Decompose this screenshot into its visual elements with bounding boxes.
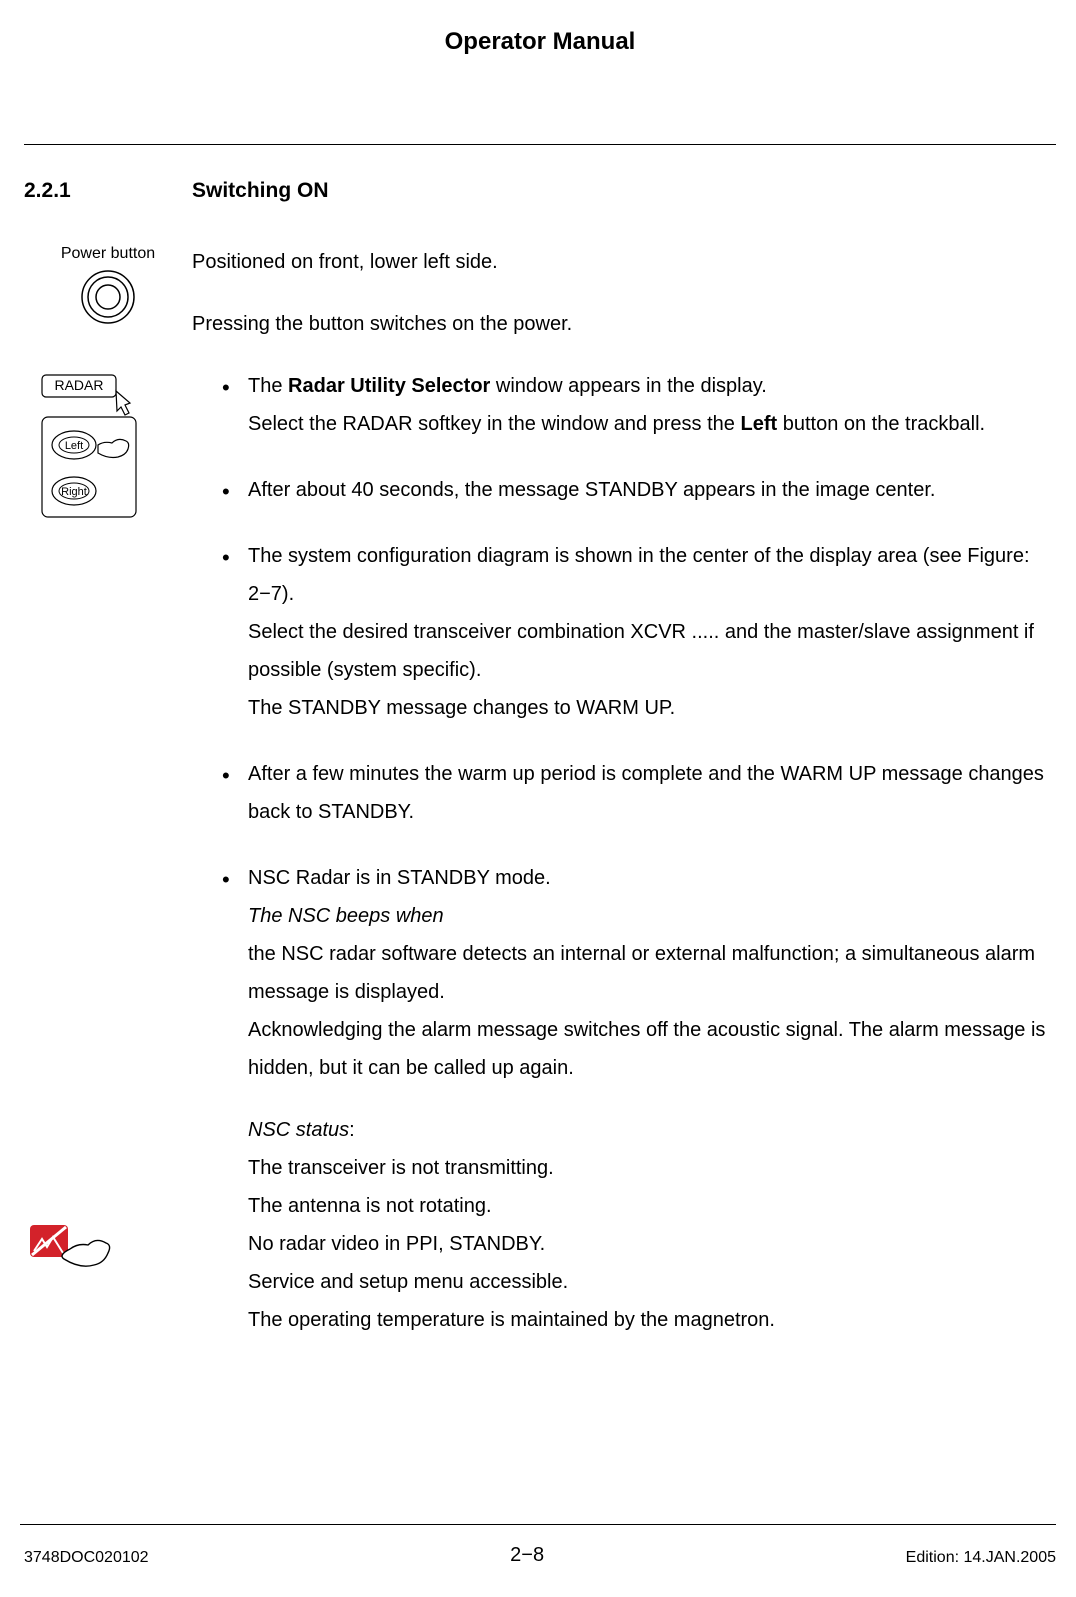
list-item: The Radar Utility Selector window appear…: [222, 367, 1056, 443]
list-item: The system configuration diagram is show…: [222, 537, 1056, 727]
section-title: Switching ON: [192, 179, 329, 203]
text: The antenna is not rotating.: [248, 1195, 492, 1217]
text: the NSC radar software detects an intern…: [248, 943, 1035, 1003]
text: The transceiver is not transmitting.: [248, 1157, 554, 1179]
bold-text: Radar Utility Selector: [288, 375, 490, 397]
radar-softkey-label: RADAR: [54, 377, 103, 393]
content-area: Power button RADAR: [24, 243, 1056, 1367]
text: window appears in the display.: [490, 375, 766, 397]
section-number: 2.2.1: [24, 179, 192, 203]
text: button on the trackball.: [777, 413, 985, 435]
text: Service and setup menu accessible.: [248, 1271, 568, 1293]
list-item: After a few minutes the warm up period i…: [222, 755, 1056, 831]
text: Select the RADAR softkey in the window a…: [248, 413, 740, 435]
edition-date: Edition: 14.JAN.2005: [906, 1549, 1056, 1567]
left-button-label: Left: [65, 440, 83, 452]
text: NSC Radar is in STANDBY mode.: [248, 867, 551, 889]
trackball-icon: RADAR Left Right: [24, 373, 192, 523]
right-button-label: Right: [61, 486, 87, 498]
bullet-list: The Radar Utility Selector window appear…: [222, 367, 1056, 1339]
text: After about 40 seconds, the message STAN…: [248, 479, 935, 501]
italic-text: NSC status: [248, 1119, 349, 1141]
page-number: 2−8: [510, 1544, 544, 1567]
text: No radar video in PPI, STANDBY.: [248, 1233, 545, 1255]
document-title: Operator Manual: [24, 28, 1056, 56]
body-column: Positioned on front, lower left side. Pr…: [192, 243, 1056, 1367]
italic-text: The NSC beeps when: [248, 905, 444, 927]
text: Acknowledging the alarm message switches…: [248, 1019, 1045, 1079]
alarm-ack-icon: [24, 1219, 192, 1289]
text: The system configuration diagram is show…: [248, 545, 1030, 605]
doc-number: 3748DOC020102: [24, 1549, 149, 1567]
list-item: After about 40 seconds, the message STAN…: [222, 471, 1056, 509]
bold-text: Left: [740, 413, 777, 435]
power-button-icon: [80, 269, 136, 325]
paragraph: Positioned on front, lower left side.: [192, 243, 1056, 281]
power-button-label: Power button: [24, 245, 192, 263]
rule-top: [24, 144, 1056, 145]
rule-bottom: [20, 1524, 1056, 1525]
text: :: [349, 1119, 355, 1141]
page: Operator Manual 2.2.1 Switching ON Power…: [0, 0, 1076, 1597]
text: The operating temperature is maintained …: [248, 1309, 775, 1331]
footer: 3748DOC020102 2−8 Edition: 14.JAN.2005: [24, 1544, 1056, 1567]
list-item: NSC Radar is in STANDBY mode. The NSC be…: [222, 859, 1056, 1339]
text: Select the desired transceiver combinati…: [248, 621, 1034, 681]
paragraph: Pressing the button switches on the powe…: [192, 305, 1056, 343]
text: The: [248, 375, 288, 397]
text: The STANDBY message changes to WARM UP.: [248, 697, 675, 719]
margin-column: Power button RADAR: [24, 243, 192, 1367]
section-heading: 2.2.1 Switching ON: [24, 179, 1056, 203]
text: After a few minutes the warm up period i…: [248, 763, 1044, 823]
